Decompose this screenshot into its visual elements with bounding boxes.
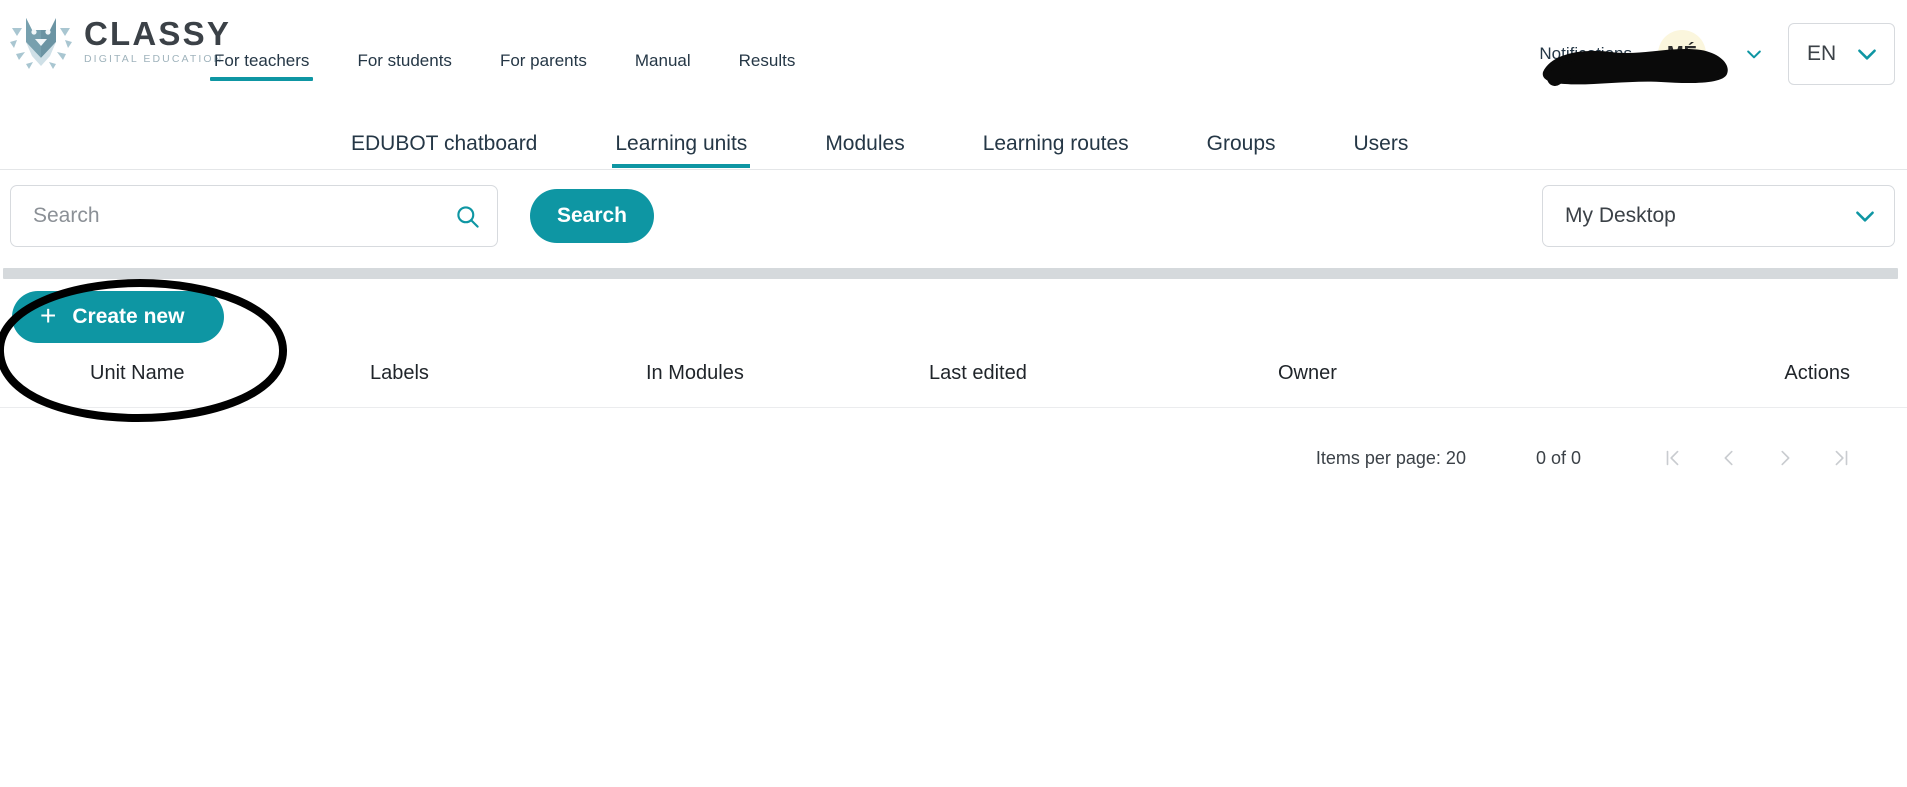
column-header-in-modules[interactable]: In Modules bbox=[646, 362, 744, 385]
nav-item-results[interactable]: Results bbox=[735, 52, 800, 81]
tab-users[interactable]: Users bbox=[1351, 108, 1412, 168]
nav-item-for-students[interactable]: For students bbox=[353, 52, 456, 81]
brand-tagline: DIGITAL EDUCATION bbox=[84, 53, 224, 66]
brand-name: CLASSY bbox=[84, 15, 232, 53]
search-toolbar: Search My Desktop bbox=[0, 185, 1907, 247]
column-header-owner[interactable]: Owner bbox=[1278, 362, 1337, 385]
horizontal-scrollbar[interactable] bbox=[3, 268, 1898, 279]
secondary-navigation: EDUBOT chatboard Learning units Modules … bbox=[0, 108, 1907, 170]
last-page-icon bbox=[1835, 450, 1848, 466]
items-per-page-label[interactable]: Items per page: 20 bbox=[1316, 448, 1466, 469]
create-new-button[interactable]: + Create new bbox=[12, 291, 224, 343]
first-page-button[interactable] bbox=[1645, 438, 1701, 478]
chevron-down-icon bbox=[1856, 211, 1874, 222]
search-button[interactable]: Search bbox=[530, 189, 654, 243]
primary-navigation: For teachers For students For parents Ma… bbox=[210, 52, 799, 81]
cat-head-logo-icon bbox=[10, 18, 72, 69]
nav-item-for-teachers[interactable]: For teachers bbox=[210, 52, 314, 81]
tab-modules[interactable]: Modules bbox=[822, 108, 907, 168]
previous-page-icon bbox=[1724, 450, 1733, 466]
brand-logo[interactable]: CLASSY DIGITAL EDUCATION bbox=[8, 8, 231, 74]
learning-units-table: Unit Name Labels In Modules Last edited … bbox=[0, 362, 1907, 408]
previous-page-button[interactable] bbox=[1701, 438, 1757, 478]
language-value: EN bbox=[1807, 42, 1837, 65]
brand-wordmark: CLASSY DIGITAL EDUCATION bbox=[84, 17, 231, 65]
table-header-row: Unit Name Labels In Modules Last edited … bbox=[0, 362, 1907, 408]
paginator: Items per page: 20 0 of 0 bbox=[0, 434, 1907, 482]
search-input[interactable] bbox=[33, 204, 454, 228]
top-header: CLASSY DIGITAL EDUCATION For teachers Fo… bbox=[0, 0, 1907, 108]
create-new-label: Create new bbox=[72, 305, 185, 328]
plus-icon: + bbox=[40, 299, 57, 331]
notifications-link[interactable]: Notifications bbox=[1539, 44, 1632, 64]
search-field-wrapper[interactable] bbox=[10, 185, 498, 247]
scope-value: My Desktop bbox=[1565, 204, 1676, 227]
next-page-button[interactable] bbox=[1757, 438, 1813, 478]
page-range-label: 0 of 0 bbox=[1535, 447, 1581, 468]
avatar: MÉ bbox=[1658, 30, 1706, 78]
column-header-unit-name[interactable]: Unit Name bbox=[90, 362, 184, 385]
tab-learning-routes[interactable]: Learning routes bbox=[980, 108, 1132, 168]
tab-learning-units[interactable]: Learning units bbox=[612, 108, 751, 168]
first-page-icon bbox=[1666, 450, 1679, 466]
tab-edubot-chatboard[interactable]: EDUBOT chatboard bbox=[348, 108, 540, 168]
scope-selector[interactable]: My Desktop bbox=[1542, 185, 1895, 247]
column-header-last-edited[interactable]: Last edited bbox=[929, 362, 1027, 385]
user-menu[interactable]: MÉ bbox=[1658, 30, 1764, 78]
nav-item-manual[interactable]: Manual bbox=[631, 52, 695, 81]
column-header-labels[interactable]: Labels bbox=[370, 362, 429, 385]
next-page-icon bbox=[1781, 450, 1790, 466]
search-icon[interactable] bbox=[454, 203, 481, 230]
column-header-actions: Actions bbox=[1784, 362, 1850, 384]
tab-groups[interactable]: Groups bbox=[1204, 108, 1279, 168]
learning-units-page: CLASSY DIGITAL EDUCATION For teachers Fo… bbox=[0, 0, 1907, 787]
chevron-down-icon bbox=[1858, 49, 1876, 60]
header-actions: Notifications MÉ EN bbox=[1539, 0, 1907, 108]
language-selector[interactable]: EN bbox=[1788, 23, 1895, 85]
last-page-button[interactable] bbox=[1813, 438, 1869, 478]
chevron-down-icon bbox=[1747, 50, 1761, 59]
nav-item-for-parents[interactable]: For parents bbox=[496, 52, 591, 81]
